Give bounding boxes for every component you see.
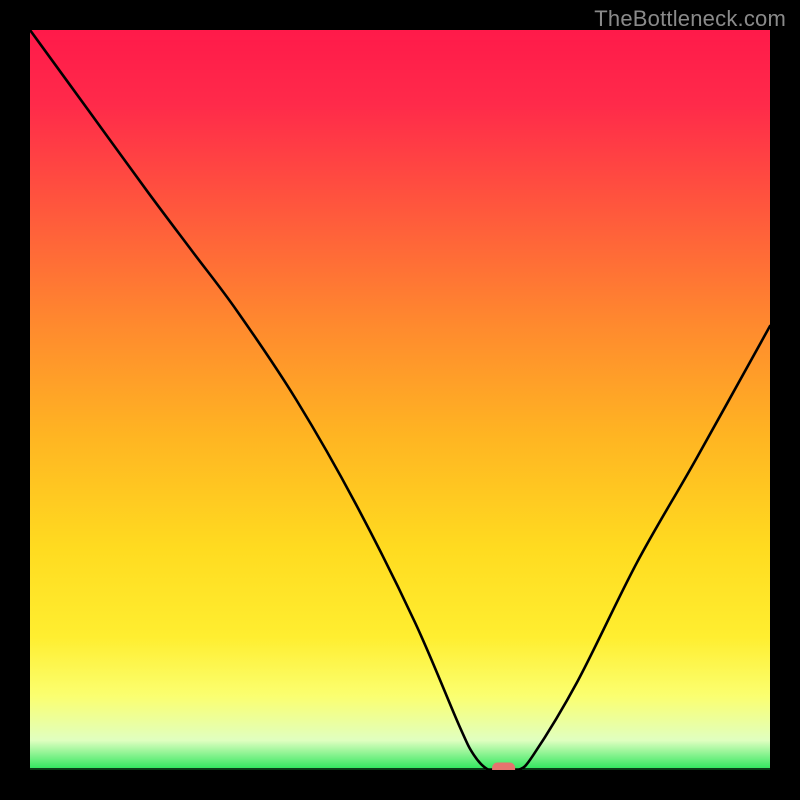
bottleneck-curve-path: [30, 30, 770, 770]
optimal-marker: [493, 763, 515, 770]
chart-svg: [30, 30, 770, 770]
watermark-text: TheBottleneck.com: [594, 6, 786, 32]
chart-frame: TheBottleneck.com: [0, 0, 800, 800]
plot-area: [30, 30, 770, 770]
